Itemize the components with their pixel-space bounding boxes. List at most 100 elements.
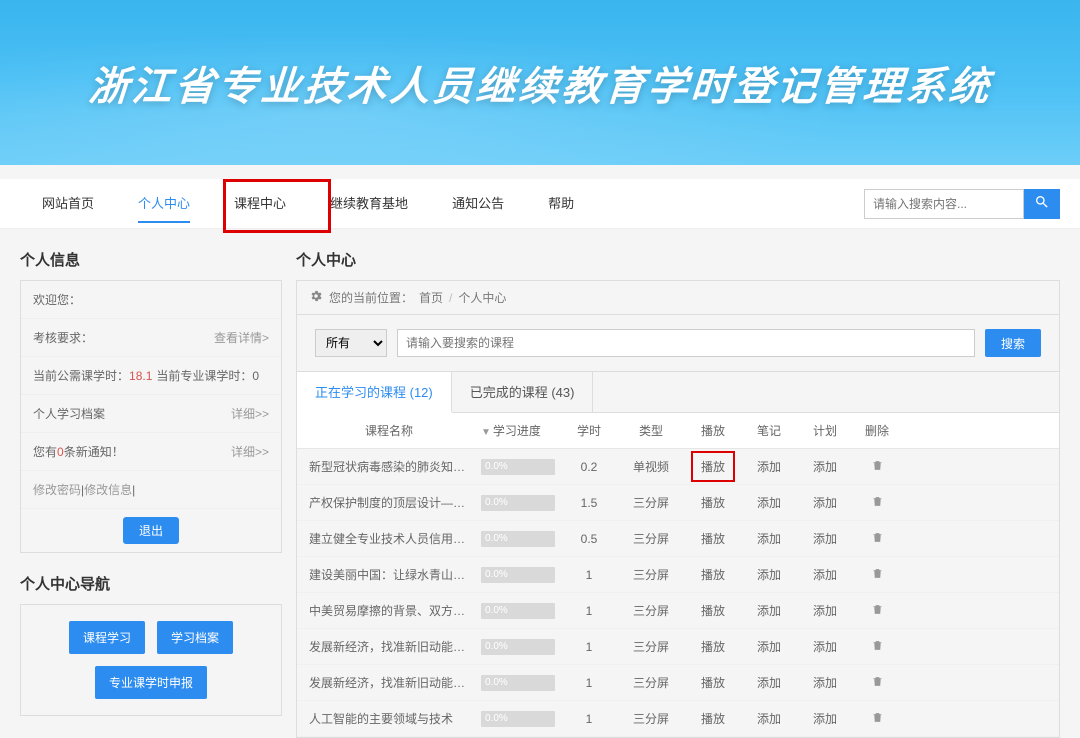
nav-item[interactable]: 帮助 <box>526 179 596 229</box>
play-link[interactable]: 播放 <box>685 449 741 484</box>
plan-link[interactable]: 添加 <box>797 665 853 700</box>
cell-name: 中美贸易摩擦的背景、双方策略... <box>297 593 475 628</box>
course-tab[interactable]: 正在学习的课程 (12) <box>297 371 452 413</box>
col-hours: 学时 <box>561 413 617 448</box>
notice-count: 0 <box>57 445 64 459</box>
cell-progress: 0.0% <box>475 522 561 556</box>
note-link[interactable]: 添加 <box>741 701 797 736</box>
nav-panel-button[interactable]: 课程学习 <box>69 621 145 654</box>
cell-type: 三分屏 <box>617 557 685 592</box>
trash-icon <box>871 677 884 691</box>
nav-item[interactable]: 通知公告 <box>430 179 526 229</box>
play-link[interactable]: 播放 <box>685 701 741 736</box>
cell-name: 发展新经济，找准新旧动能转换... <box>297 665 475 700</box>
cell-progress: 0.0% <box>475 558 561 592</box>
play-link[interactable]: 播放 <box>685 521 741 556</box>
nav-item[interactable]: 网站首页 <box>20 179 116 229</box>
course-tabs: 正在学习的课程 (12)已完成的课程 (43) <box>296 372 1060 413</box>
col-progress[interactable]: 学习进度 <box>475 413 561 448</box>
pro-credit-label: 当前专业课学时： <box>156 367 252 384</box>
cell-hours: 1 <box>561 667 617 699</box>
delete-button[interactable] <box>853 558 901 592</box>
crumb-current: 个人中心 <box>458 289 506 306</box>
col-name: 课程名称 <box>297 413 475 448</box>
cell-type: 三分屏 <box>617 485 685 520</box>
logout-button[interactable]: 退出 <box>123 517 179 544</box>
plan-link[interactable]: 添加 <box>797 449 853 484</box>
note-link[interactable]: 添加 <box>741 557 797 592</box>
cell-name: 发展新经济，找准新旧动能转换... <box>297 629 475 664</box>
delete-button[interactable] <box>853 666 901 700</box>
search-input[interactable] <box>864 189 1024 219</box>
cell-name: 产权保护制度的顶层设计——《... <box>297 485 475 520</box>
play-link[interactable]: 播放 <box>685 557 741 592</box>
cell-type: 三分屏 <box>617 701 685 736</box>
main-nav: 网站首页个人中心课程中心继续教育基地通知公告帮助 <box>20 179 596 229</box>
delete-button[interactable] <box>853 630 901 664</box>
trash-icon <box>871 461 884 475</box>
plan-link[interactable]: 添加 <box>797 557 853 592</box>
trash-icon <box>871 713 884 727</box>
archive-link[interactable]: 详细>> <box>231 405 269 422</box>
course-tab[interactable]: 已完成的课程 (43) <box>452 372 594 412</box>
table-row: 中美贸易摩擦的背景、双方策略...0.0%1三分屏播放添加添加 <box>297 593 1059 629</box>
breadcrumb: 您的当前位置： 首页 / 个人中心 <box>296 280 1060 315</box>
right-panel-title: 个人中心 <box>296 243 1060 280</box>
note-link[interactable]: 添加 <box>741 593 797 628</box>
crumb-home[interactable]: 首页 <box>419 289 443 306</box>
play-link[interactable]: 播放 <box>685 485 741 520</box>
exam-detail-link[interactable]: 查看详情> <box>214 329 269 346</box>
play-link[interactable]: 播放 <box>685 629 741 664</box>
search-button[interactable] <box>1024 189 1060 219</box>
search-icon <box>1034 194 1050 213</box>
delete-button[interactable] <box>853 450 901 484</box>
filter-input[interactable] <box>397 329 975 357</box>
gear-icon <box>309 289 323 306</box>
change-password-link[interactable]: 修改密码 <box>33 481 81 498</box>
plan-link[interactable]: 添加 <box>797 593 853 628</box>
note-link[interactable]: 添加 <box>741 521 797 556</box>
personal-info-title: 个人信息 <box>20 243 282 280</box>
delete-button[interactable] <box>853 594 901 628</box>
plan-link[interactable]: 添加 <box>797 701 853 736</box>
play-link[interactable]: 播放 <box>685 593 741 628</box>
pro-credit-value: 0 <box>252 369 259 383</box>
plan-link[interactable]: 添加 <box>797 521 853 556</box>
plan-link[interactable]: 添加 <box>797 629 853 664</box>
nav-panel-button[interactable]: 专业课学时申报 <box>95 666 207 699</box>
cell-name: 建立健全专业技术人员信用体系 <box>297 521 475 556</box>
note-link[interactable]: 添加 <box>741 485 797 520</box>
cell-hours: 1.5 <box>561 487 617 519</box>
cell-hours: 1 <box>561 595 617 627</box>
nav-panel: 课程学习学习档案专业课学时申报 <box>20 604 282 716</box>
public-credit-value: 18.1 <box>129 369 152 383</box>
welcome-label: 欢迎您： <box>33 291 81 308</box>
cell-progress: 0.0% <box>475 630 561 664</box>
nav-item[interactable]: 个人中心 <box>116 179 212 229</box>
nav-panel-button[interactable]: 学习档案 <box>157 621 233 654</box>
cell-name: 人工智能的主要领域与技术 <box>297 701 475 736</box>
nav-item[interactable]: 继续教育基地 <box>308 179 430 229</box>
nav-item[interactable]: 课程中心 <box>212 179 308 229</box>
cell-type: 三分屏 <box>617 665 685 700</box>
notice-link[interactable]: 详细>> <box>231 443 269 460</box>
crumb-label: 您的当前位置： <box>329 289 413 306</box>
note-link[interactable]: 添加 <box>741 449 797 484</box>
cell-type: 三分屏 <box>617 629 685 664</box>
filter-search-button[interactable]: 搜索 <box>985 329 1041 357</box>
cell-progress: 0.0% <box>475 486 561 520</box>
col-note: 笔记 <box>741 413 797 448</box>
delete-button[interactable] <box>853 522 901 556</box>
delete-button[interactable] <box>853 702 901 736</box>
plan-link[interactable]: 添加 <box>797 485 853 520</box>
change-info-link[interactable]: 修改信息 <box>84 481 132 498</box>
cell-hours: 0.5 <box>561 523 617 555</box>
cell-type: 单视频 <box>617 449 685 484</box>
topbar: 网站首页个人中心课程中心继续教育基地通知公告帮助 <box>0 179 1080 229</box>
delete-button[interactable] <box>853 486 901 520</box>
filter-select[interactable]: 所有 <box>315 329 387 357</box>
table-row: 发展新经济，找准新旧动能转换...0.0%1三分屏播放添加添加 <box>297 629 1059 665</box>
note-link[interactable]: 添加 <box>741 629 797 664</box>
note-link[interactable]: 添加 <box>741 665 797 700</box>
play-link[interactable]: 播放 <box>685 665 741 700</box>
